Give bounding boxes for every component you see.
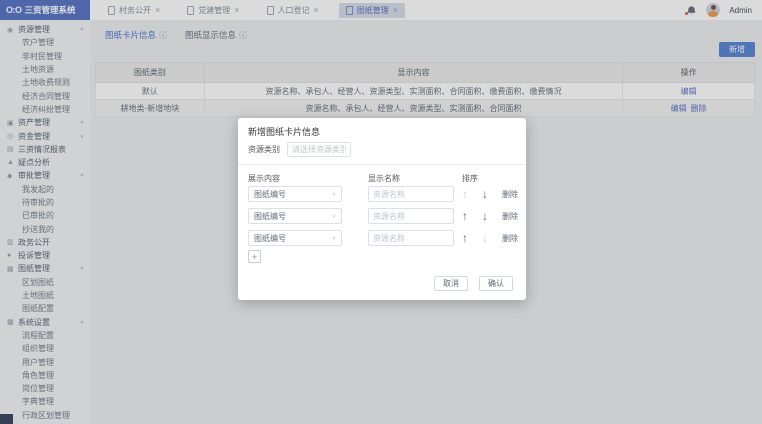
chevron-down-icon: ∨ — [332, 213, 336, 219]
move-down-icon[interactable]: ↓ — [482, 208, 488, 224]
display-name-input[interactable] — [368, 186, 454, 202]
delete-row-button[interactable]: 删除 — [502, 233, 518, 244]
chevron-down-icon: ∨ — [332, 191, 336, 197]
resource-type-field: 资源类别 — [248, 142, 351, 157]
resource-type-label: 资源类别 — [248, 144, 280, 155]
move-down-icon[interactable]: ↓ — [482, 186, 488, 202]
resource-type-select[interactable] — [287, 142, 351, 157]
chevron-down-icon: ∨ — [332, 235, 336, 241]
col-show-content: 展示内容 — [248, 173, 280, 184]
add-row-button[interactable]: + — [248, 250, 261, 263]
screen: O:O 三资管理系统 村务公开 × 党建管理 × 人口登记 × 图纸管理 — [0, 0, 762, 424]
move-up-icon[interactable]: ↑ — [462, 208, 468, 224]
field-row: 图纸编号 ∨ ↑ ↓ 删除 — [238, 186, 526, 203]
move-up-icon[interactable]: ↑ — [462, 230, 468, 246]
content-select[interactable]: 图纸编号 ∨ — [248, 208, 342, 224]
col-sort: 排序 — [462, 173, 478, 184]
delete-row-button[interactable]: 删除 — [502, 189, 518, 200]
modal-footer: 取消 确认 — [434, 276, 513, 291]
add-drawing-card-modal: 新增图纸卡片信息 资源类别 展示内容 显示名称 排序 图纸编号∨ ↑ ↓ 删除 … — [238, 118, 526, 300]
divider — [238, 164, 526, 165]
content-select-value: 图纸编号 — [254, 211, 286, 222]
col-display-name: 显示名称 — [368, 173, 400, 184]
content-select-value: 图纸编号 — [254, 189, 286, 200]
move-down-icon: ↓ — [482, 230, 488, 246]
content-select[interactable]: 图纸编号 ∨ — [248, 186, 342, 202]
move-up-icon: ↑ — [462, 186, 468, 202]
delete-row-button[interactable]: 删除 — [502, 211, 518, 222]
modal-title: 新增图纸卡片信息 — [248, 125, 320, 138]
cancel-button[interactable]: 取消 — [434, 276, 468, 291]
display-name-input[interactable] — [368, 208, 454, 224]
field-row: 图纸编号 ∨ ↑ ↓ 删除 — [238, 230, 526, 247]
content-select[interactable]: 图纸编号 ∨ — [248, 230, 342, 246]
display-name-input[interactable] — [368, 230, 454, 246]
confirm-button[interactable]: 确认 — [479, 276, 513, 291]
content-select-value: 图纸编号 — [254, 233, 286, 244]
field-row: 图纸编号 ∨ ↑ ↓ 删除 — [238, 208, 526, 225]
